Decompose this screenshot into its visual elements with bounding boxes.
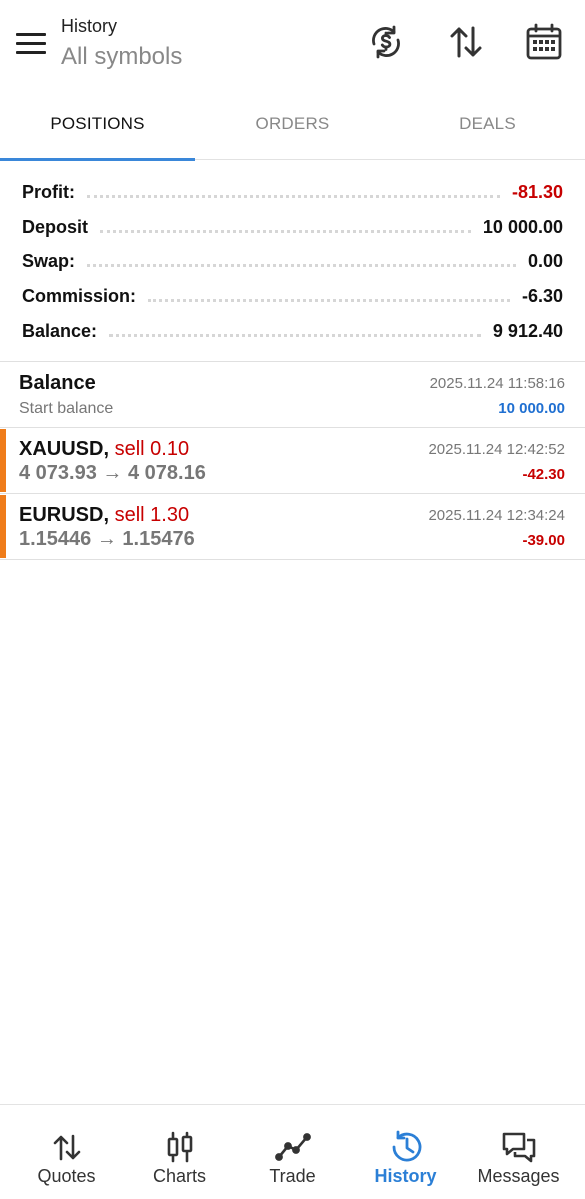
dotted-leader bbox=[148, 299, 510, 303]
item-subtitle: Start balance bbox=[19, 400, 114, 417]
quotes-icon bbox=[53, 1134, 80, 1161]
nav-history[interactable]: History bbox=[347, 1105, 464, 1199]
item-title: Balance bbox=[19, 372, 96, 394]
page-title: History bbox=[61, 16, 118, 36]
nav-messages[interactable]: Messages bbox=[460, 1105, 577, 1199]
summary-row-swap: Swap: 0.00 bbox=[0, 245, 585, 280]
summary-row-balance: Balance: 9 912.40 bbox=[0, 314, 585, 349]
dotted-leader bbox=[87, 264, 516, 268]
item-symbol: XAUUSD, bbox=[19, 438, 110, 460]
tab-positions[interactable]: POSITIONS bbox=[0, 100, 195, 161]
item-prices: 1.15446 → 1.15476 bbox=[19, 528, 195, 550]
summary-row-deposit: Deposit 10 000.00 bbox=[0, 210, 585, 245]
symbol-filter[interactable]: All symbols bbox=[61, 43, 182, 71]
item-time: 2025.11.24 11:58:16 bbox=[429, 375, 565, 392]
dotted-leader bbox=[87, 194, 500, 198]
item-prices: 4 073.93 → 4 078.16 bbox=[19, 462, 206, 484]
candlestick-icon bbox=[167, 1131, 192, 1163]
summary-label: Deposit bbox=[22, 216, 89, 237]
item-symbol: EURUSD, bbox=[19, 504, 110, 526]
list-item-position[interactable]: EURUSD, sell 1.30 1.15446 → 1.15476 2025… bbox=[0, 494, 585, 559]
summary-value: -6.30 bbox=[521, 286, 563, 307]
summary-label: Balance: bbox=[22, 321, 98, 342]
nav-label: History bbox=[374, 1166, 437, 1186]
item-title: EURUSD, sell 1.30 bbox=[19, 504, 189, 527]
menu-icon[interactable] bbox=[16, 33, 46, 55]
nav-label: Quotes bbox=[37, 1166, 96, 1186]
item-time: 2025.11.24 12:34:24 bbox=[428, 507, 565, 524]
tab-orders[interactable]: ORDERS bbox=[195, 100, 390, 160]
tab-deals[interactable]: DEALS bbox=[390, 100, 585, 160]
item-time: 2025.11.24 12:42:52 bbox=[428, 441, 565, 458]
nav-charts[interactable]: Charts bbox=[121, 1105, 238, 1199]
item-profit: -42.30 bbox=[522, 466, 565, 483]
app-header: History All symbols bbox=[0, 0, 585, 88]
currency-sync-icon[interactable] bbox=[366, 22, 406, 62]
divider bbox=[0, 559, 585, 560]
history-tabs: POSITIONS ORDERS DEALS bbox=[0, 100, 585, 161]
nav-quotes[interactable]: Quotes bbox=[8, 1105, 125, 1199]
sell-marker bbox=[0, 429, 6, 492]
item-side: sell 0.10 bbox=[114, 438, 190, 460]
title-block[interactable]: History All symbols bbox=[61, 16, 182, 71]
bottom-navigation: Quotes Charts Trade History Messages bbox=[0, 1104, 585, 1199]
item-side: sell 1.30 bbox=[114, 504, 190, 526]
summary-row-commission: Commission: -6.30 bbox=[0, 279, 585, 314]
nav-label: Messages bbox=[477, 1166, 560, 1186]
list-item-balance[interactable]: Balance Start balance 2025.11.24 11:58:1… bbox=[0, 362, 585, 427]
summary-label: Commission: bbox=[22, 286, 137, 307]
sort-icon[interactable] bbox=[446, 22, 486, 62]
item-title: XAUUSD, sell 0.10 bbox=[19, 438, 189, 461]
summary-row-profit: Profit: -81.30 bbox=[0, 175, 585, 210]
dotted-leader bbox=[100, 229, 471, 233]
list-item-position[interactable]: XAUUSD, sell 0.10 4 073.93 → 4 078.16 20… bbox=[0, 428, 585, 493]
nav-label: Trade bbox=[269, 1166, 316, 1186]
sell-marker bbox=[0, 495, 6, 558]
summary-value: 0.00 bbox=[527, 251, 563, 272]
item-profit: -39.00 bbox=[522, 532, 565, 549]
summary-panel: Profit: -81.30 Deposit 10 000.00 Swap: 0… bbox=[0, 175, 585, 349]
calendar-icon[interactable] bbox=[524, 22, 564, 62]
chat-bubbles-icon bbox=[502, 1132, 535, 1163]
summary-label: Swap: bbox=[22, 251, 76, 272]
summary-label: Profit: bbox=[22, 181, 75, 202]
summary-value: 10 000.00 bbox=[482, 216, 563, 237]
nav-label: Charts bbox=[152, 1166, 206, 1186]
history-clock-icon bbox=[392, 1130, 421, 1162]
nav-trade[interactable]: Trade bbox=[234, 1105, 351, 1199]
dotted-leader bbox=[109, 334, 481, 338]
summary-value: 9 912.40 bbox=[492, 321, 563, 342]
item-amount: 10 000.00 bbox=[498, 400, 565, 417]
trade-line-icon bbox=[274, 1133, 311, 1161]
summary-value: -81.30 bbox=[511, 181, 563, 202]
